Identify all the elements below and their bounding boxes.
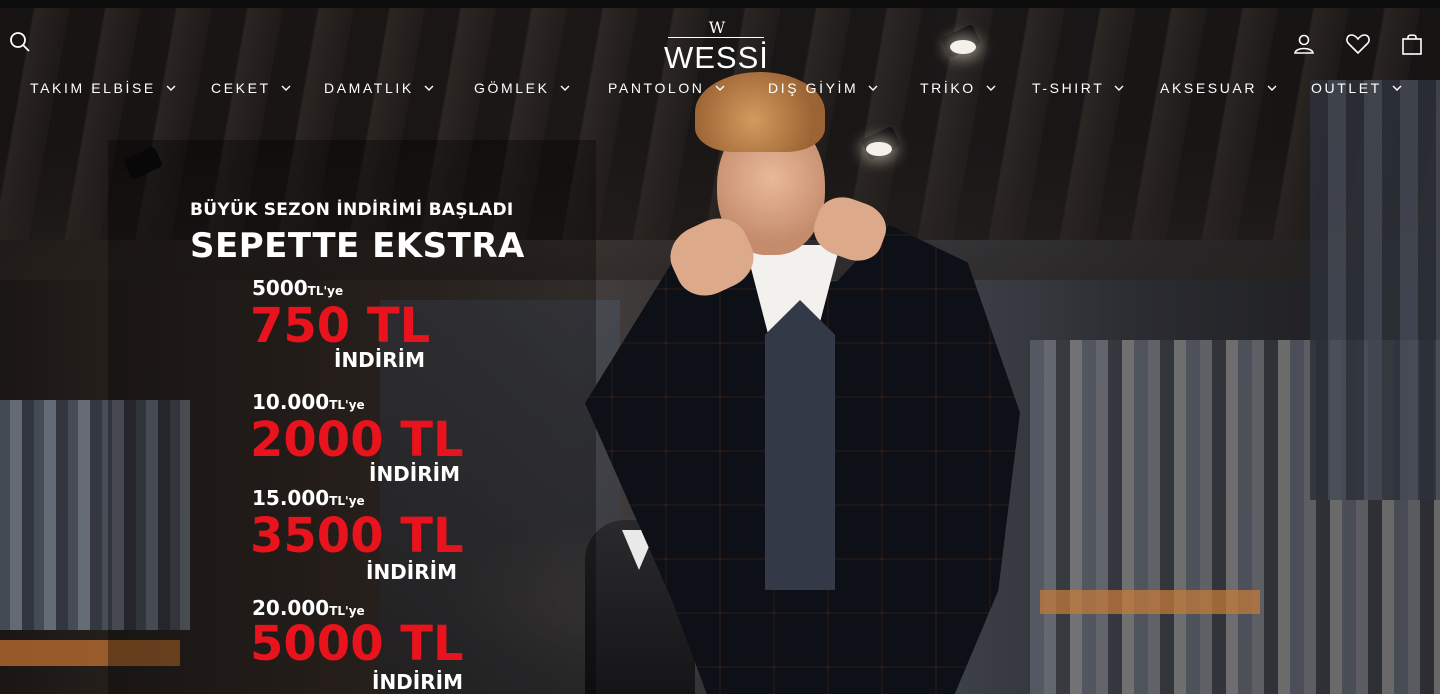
chevron-down-icon	[986, 85, 996, 91]
chevron-down-icon	[1392, 85, 1402, 91]
tier-discount-label: İNDİRİM	[369, 462, 460, 486]
spotlight-glow	[866, 142, 892, 156]
chevron-down-icon	[281, 85, 291, 91]
tier-threshold-unit: TL'ye	[329, 398, 365, 412]
logo-text: WESSİ	[664, 40, 769, 75]
logo-divider	[668, 37, 764, 38]
nav-item-label: GÖMLEK	[474, 80, 550, 96]
promo-subheadline: BÜYÜK SEZON İNDİRİMİ BAŞLADI	[190, 200, 514, 220]
site-header: W WESSİ	[0, 8, 1440, 74]
tier-threshold-value: 15.000	[252, 486, 330, 510]
chevron-down-icon	[560, 85, 570, 91]
nav-item-outlet[interactable]: OUTLET	[1311, 80, 1402, 96]
logo-mark: W	[708, 18, 725, 37]
nav-item-label: PANTOLON	[608, 80, 705, 96]
nav-item-takim-elbise[interactable]: TAKIM ELBİSE	[30, 80, 176, 96]
tier-threshold: 5000TL'ye	[252, 276, 343, 300]
search-icon[interactable]	[6, 28, 34, 56]
nav-item-label: OUTLET	[1311, 80, 1382, 96]
model-vest	[765, 300, 835, 590]
tier-threshold-value: 5000	[252, 276, 308, 300]
tier-discount-amount: 2000 TL	[250, 412, 464, 468]
tier-threshold-unit: TL'ye	[307, 284, 344, 298]
nav-item-label: AKSESUAR	[1160, 80, 1258, 96]
tier-discount-label: İNDİRİM	[372, 670, 463, 694]
right-wood-shelf	[1040, 590, 1260, 614]
heart-icon[interactable]	[1344, 30, 1372, 58]
tier-threshold-value: 10.000	[252, 390, 330, 414]
nav-item-label: TAKIM ELBİSE	[30, 80, 156, 96]
right-wall-jackets	[1310, 80, 1440, 500]
tier-discount-amount: 3500 TL	[250, 508, 464, 564]
promo-headline: SEPETTE EKSTRA	[190, 226, 525, 266]
nav-item-label: DAMATLIK	[324, 80, 414, 96]
nav-item-ceket[interactable]: CEKET	[211, 80, 291, 96]
brand-logo[interactable]: W WESSİ	[664, 20, 768, 76]
nav-item-dis-giyim[interactable]: DIŞ GİYİM	[768, 80, 878, 96]
cart-icon[interactable]	[1398, 30, 1426, 58]
nav-item-label: DIŞ GİYİM	[768, 80, 859, 96]
tier-discount-label: İNDİRİM	[366, 560, 457, 584]
announcement-bar	[0, 0, 1440, 8]
nav-item-aksesuar[interactable]: AKSESUAR	[1160, 80, 1277, 96]
tier-threshold-unit: TL'ye	[329, 494, 365, 508]
chevron-down-icon	[424, 85, 434, 91]
chevron-down-icon	[1114, 85, 1124, 91]
chevron-down-icon	[1267, 85, 1277, 91]
chevron-down-icon	[166, 85, 176, 91]
nav-item-damatlik[interactable]: DAMATLIK	[324, 80, 434, 96]
nav-item-t-shirt[interactable]: T-SHIRT	[1032, 80, 1124, 96]
tier-discount-amount: 750 TL	[250, 298, 431, 354]
nav-item-label: T-SHIRT	[1032, 80, 1105, 96]
tier-threshold: 15.000TL'ye	[252, 486, 365, 510]
nav-item-pantolon[interactable]: PANTOLON	[608, 80, 725, 96]
chevron-down-icon	[868, 85, 878, 91]
main-navigation: TAKIM ELBİSE CEKET DAMATLIK GÖMLEK PANTO…	[0, 72, 1440, 106]
nav-item-gomlek[interactable]: GÖMLEK	[474, 80, 570, 96]
nav-item-label: TRİKO	[920, 80, 976, 96]
tier-discount-label: İNDİRİM	[334, 348, 425, 372]
nav-item-triko[interactable]: TRİKO	[920, 80, 996, 96]
user-icon[interactable]	[1290, 30, 1318, 58]
chevron-down-icon	[715, 85, 725, 91]
tier-threshold: 10.000TL'ye	[252, 390, 365, 414]
tier-discount-amount: 5000 TL	[250, 616, 464, 672]
nav-item-label: CEKET	[211, 80, 271, 96]
